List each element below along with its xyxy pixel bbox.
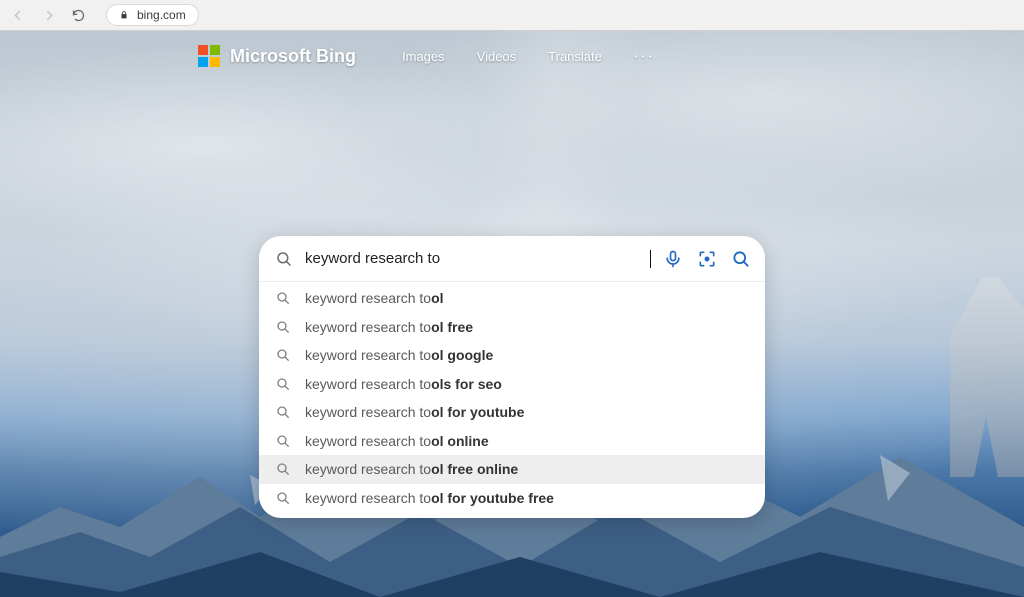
url-host: bing.com xyxy=(137,8,186,22)
more-icon[interactable]: ··· xyxy=(634,49,656,64)
suggestion-item[interactable]: keyword research tool free online xyxy=(259,455,765,484)
suggestion-text: keyword research tool online xyxy=(305,433,489,449)
search-icon xyxy=(275,290,291,306)
suggestion-text: keyword research tool for youtube xyxy=(305,404,524,420)
reload-icon xyxy=(71,8,86,23)
suggestion-item[interactable]: keyword research tool google xyxy=(259,341,765,370)
search-icon xyxy=(275,433,291,449)
reload-button[interactable] xyxy=(70,7,86,23)
nav-link-images[interactable]: Images xyxy=(402,49,445,64)
browser-toolbar: bing.com xyxy=(0,0,1024,31)
search-icon xyxy=(275,404,291,420)
brand-text: Microsoft Bing xyxy=(230,46,356,67)
bing-header: Microsoft Bing Images Videos Translate ·… xyxy=(198,45,656,67)
suggestion-text: keyword research tool google xyxy=(305,347,493,363)
header-links: Images Videos Translate ··· xyxy=(402,49,656,64)
suggestion-list: keyword research tool keyword research to… xyxy=(259,282,765,518)
search-icon xyxy=(275,461,291,477)
address-bar[interactable]: bing.com xyxy=(106,4,199,26)
forward-icon xyxy=(41,8,56,23)
search-submit-icon[interactable] xyxy=(731,249,751,269)
suggestion-item[interactable]: keyword research tool for youtube free xyxy=(259,484,765,513)
suggestion-text: keyword research tools for seo xyxy=(305,376,502,392)
background-structure xyxy=(950,277,1024,477)
brand-logo[interactable]: Microsoft Bing xyxy=(198,45,356,67)
mic-icon[interactable] xyxy=(663,249,683,269)
suggestion-text: keyword research tool free xyxy=(305,319,473,335)
search-action-icons xyxy=(663,249,751,269)
suggestion-item[interactable]: keyword research tool xyxy=(259,284,765,313)
suggestion-text: keyword research tool for youtube free xyxy=(305,490,554,506)
search-icon xyxy=(275,347,291,363)
suggestion-item[interactable]: keyword research tool online xyxy=(259,427,765,456)
back-button[interactable] xyxy=(10,7,26,23)
nav-link-translate[interactable]: Translate xyxy=(548,49,602,64)
microsoft-logo-icon xyxy=(198,45,220,67)
nav-link-videos[interactable]: Videos xyxy=(477,49,517,64)
search-icon xyxy=(275,250,293,268)
suggestion-item[interactable]: keyword research tool for youtube xyxy=(259,398,765,427)
lens-icon[interactable] xyxy=(697,249,717,269)
search-row: keyword research to xyxy=(259,236,765,282)
search-container: keyword research to keyword research too… xyxy=(259,236,765,518)
page-body: Microsoft Bing Images Videos Translate ·… xyxy=(0,31,1024,597)
suggestion-text: keyword research tool xyxy=(305,290,444,306)
back-icon xyxy=(11,8,26,23)
suggestion-item[interactable]: keyword research tool free xyxy=(259,313,765,342)
suggestion-text: keyword research tool free online xyxy=(305,461,518,477)
lock-icon xyxy=(119,10,129,20)
text-caret xyxy=(650,250,651,268)
search-icon xyxy=(275,490,291,506)
search-icon xyxy=(275,319,291,335)
search-input[interactable]: keyword research to xyxy=(305,250,650,267)
suggestion-item[interactable]: keyword research tools for seo xyxy=(259,370,765,399)
forward-button[interactable] xyxy=(40,7,56,23)
search-card: keyword research to keyword research too… xyxy=(259,236,765,518)
search-icon xyxy=(275,376,291,392)
